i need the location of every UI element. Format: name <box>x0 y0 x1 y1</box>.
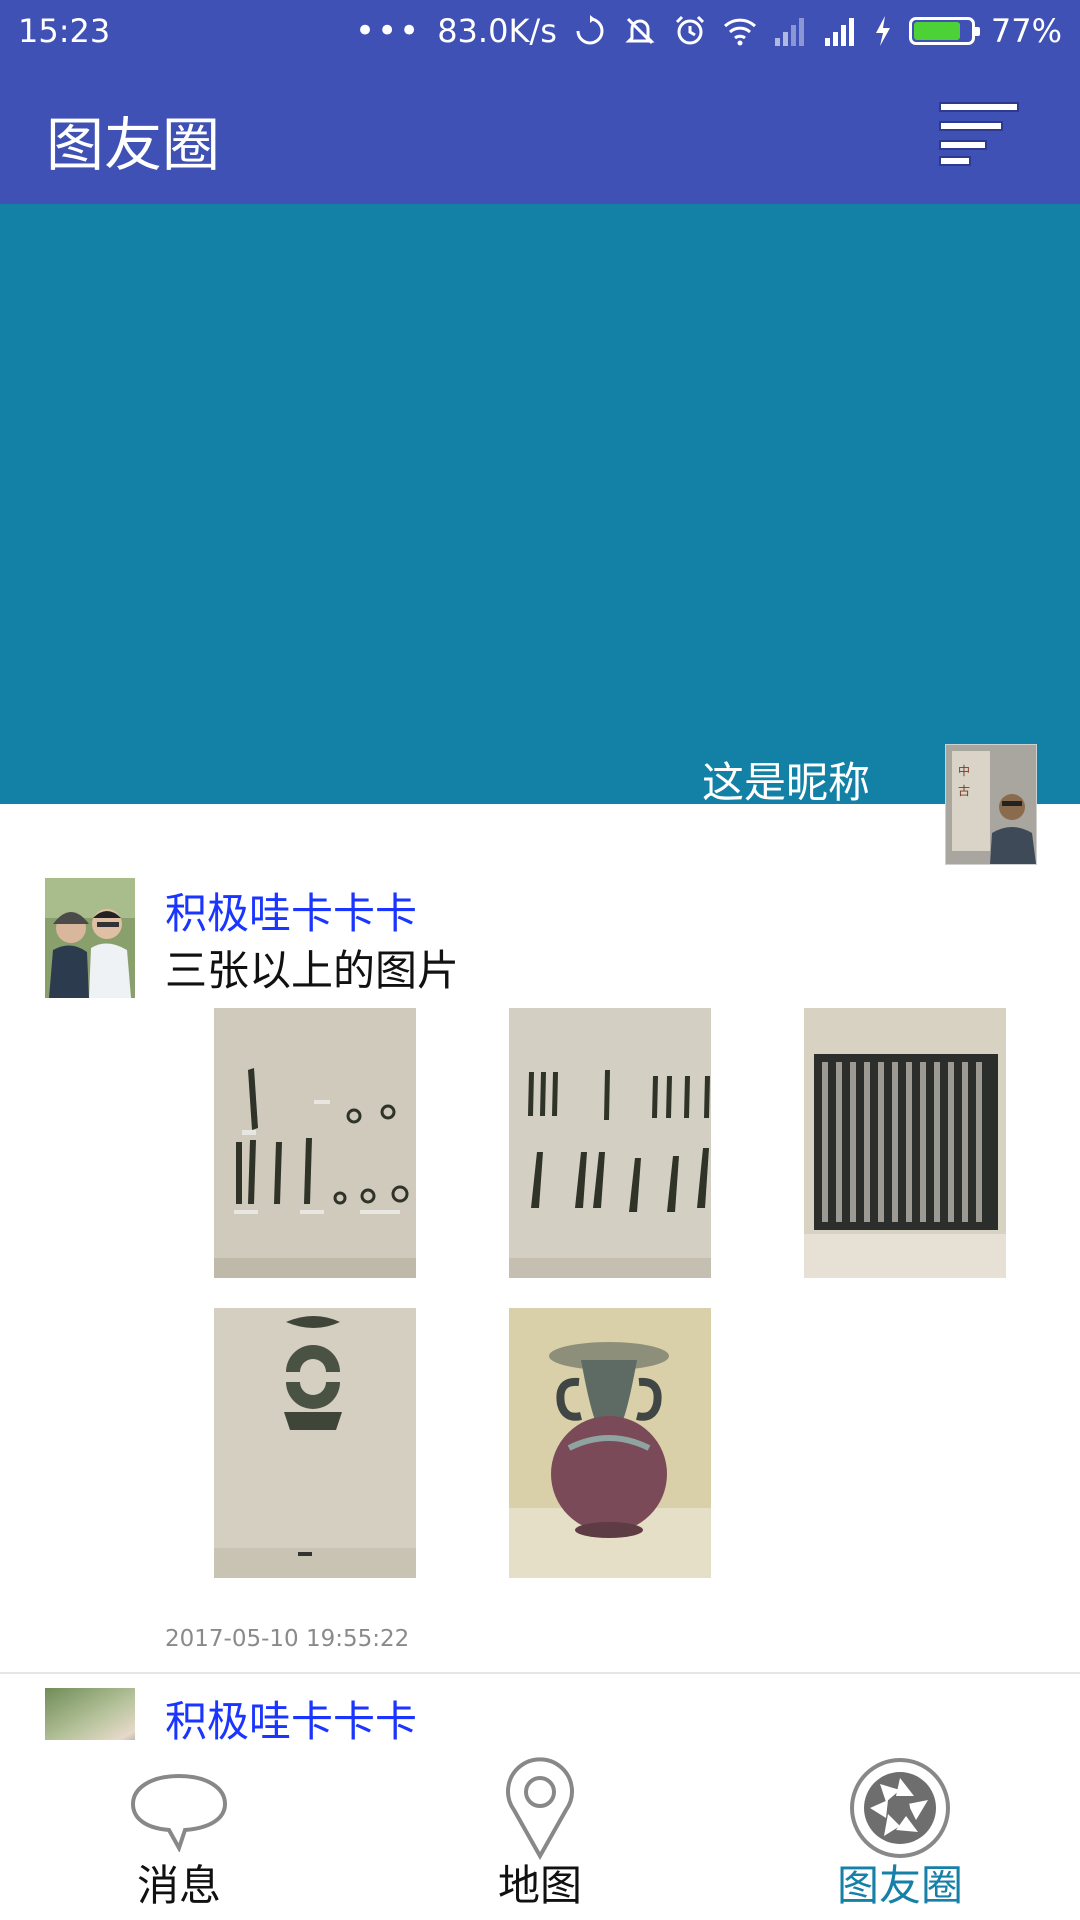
knife-coins-photo-2 <box>509 1008 711 1278</box>
nav-item-map[interactable]: 地图 <box>440 1740 640 1920</box>
nickname: 这是昵称 <box>701 758 870 807</box>
charging-icon <box>875 16 890 46</box>
app-bar: 图友圈 <box>0 62 1080 204</box>
map-pin-icon <box>506 1757 574 1860</box>
post-author-name[interactable]: 积极哇卡卡卡 <box>165 880 417 941</box>
battery-level <box>913 22 961 40</box>
purple-vase-photo <box>509 1308 711 1578</box>
stele-rubbing-photo <box>804 1008 1006 1278</box>
post-photo-5[interactable] <box>509 1308 711 1578</box>
post-text: 三张以上的图片 <box>165 946 460 995</box>
nav-label-messages: 消息 <box>136 1861 221 1910</box>
network-speed: 83.0K/s <box>437 12 557 50</box>
mute-icon <box>625 17 655 45</box>
chat-bubble-icon <box>130 1773 228 1852</box>
battery-percent: 77% <box>990 12 1062 50</box>
status-time: 15:23 <box>18 12 111 50</box>
nav-item-photo-circle[interactable]: 图友圈 <box>800 1740 1000 1920</box>
user-avatar-photo: 中 古 <box>946 745 1036 864</box>
author-avatar-photo-2 <box>45 1688 135 1740</box>
post-photo-1[interactable] <box>214 1008 416 1278</box>
user-avatar[interactable]: 中 古 <box>945 744 1037 865</box>
page-title: 图友圈 <box>46 111 221 179</box>
post-author-avatar-2[interactable] <box>45 1688 135 1740</box>
post-photo-3[interactable] <box>804 1008 1006 1278</box>
wifi-icon <box>723 18 756 46</box>
status-icons: ••• 83.0K/s 77% <box>355 0 1062 62</box>
knife-coins-photo-1 <box>214 1008 416 1278</box>
filter-list-icon[interactable] <box>936 97 1022 169</box>
battery-icon <box>908 17 980 45</box>
more-dots: ••• <box>355 11 422 51</box>
signal-icon-2 <box>824 18 854 46</box>
post-photo-2[interactable] <box>509 1008 711 1278</box>
camera-aperture-icon <box>850 1758 950 1858</box>
jade-pieces-photo <box>214 1308 416 1578</box>
post-photo-4[interactable] <box>214 1308 416 1578</box>
nav-label-photo-circle: 图友圈 <box>836 1861 963 1910</box>
alarm-icon <box>675 15 704 45</box>
svg-text:中: 中 <box>958 763 970 778</box>
post-timestamp: 2017-05-10 19:55:22 <box>165 1626 410 1652</box>
post-author-avatar[interactable] <box>45 878 135 998</box>
bottom-navigation: 消息 地图 图友圈 <box>0 1740 1080 1920</box>
svg-text:古: 古 <box>958 783 970 798</box>
post-divider <box>0 1672 1080 1674</box>
nav-item-messages[interactable]: 消息 <box>79 1740 279 1920</box>
cover-header[interactable]: 这是昵称 <box>0 204 1080 807</box>
status-bar: 15:23 ••• 83.0K/s 77% <box>0 0 1080 62</box>
nav-label-map: 地图 <box>497 1861 582 1910</box>
signal-icon-1 <box>774 18 804 46</box>
author-avatar-photo <box>45 878 135 998</box>
sync-icon <box>576 15 604 45</box>
